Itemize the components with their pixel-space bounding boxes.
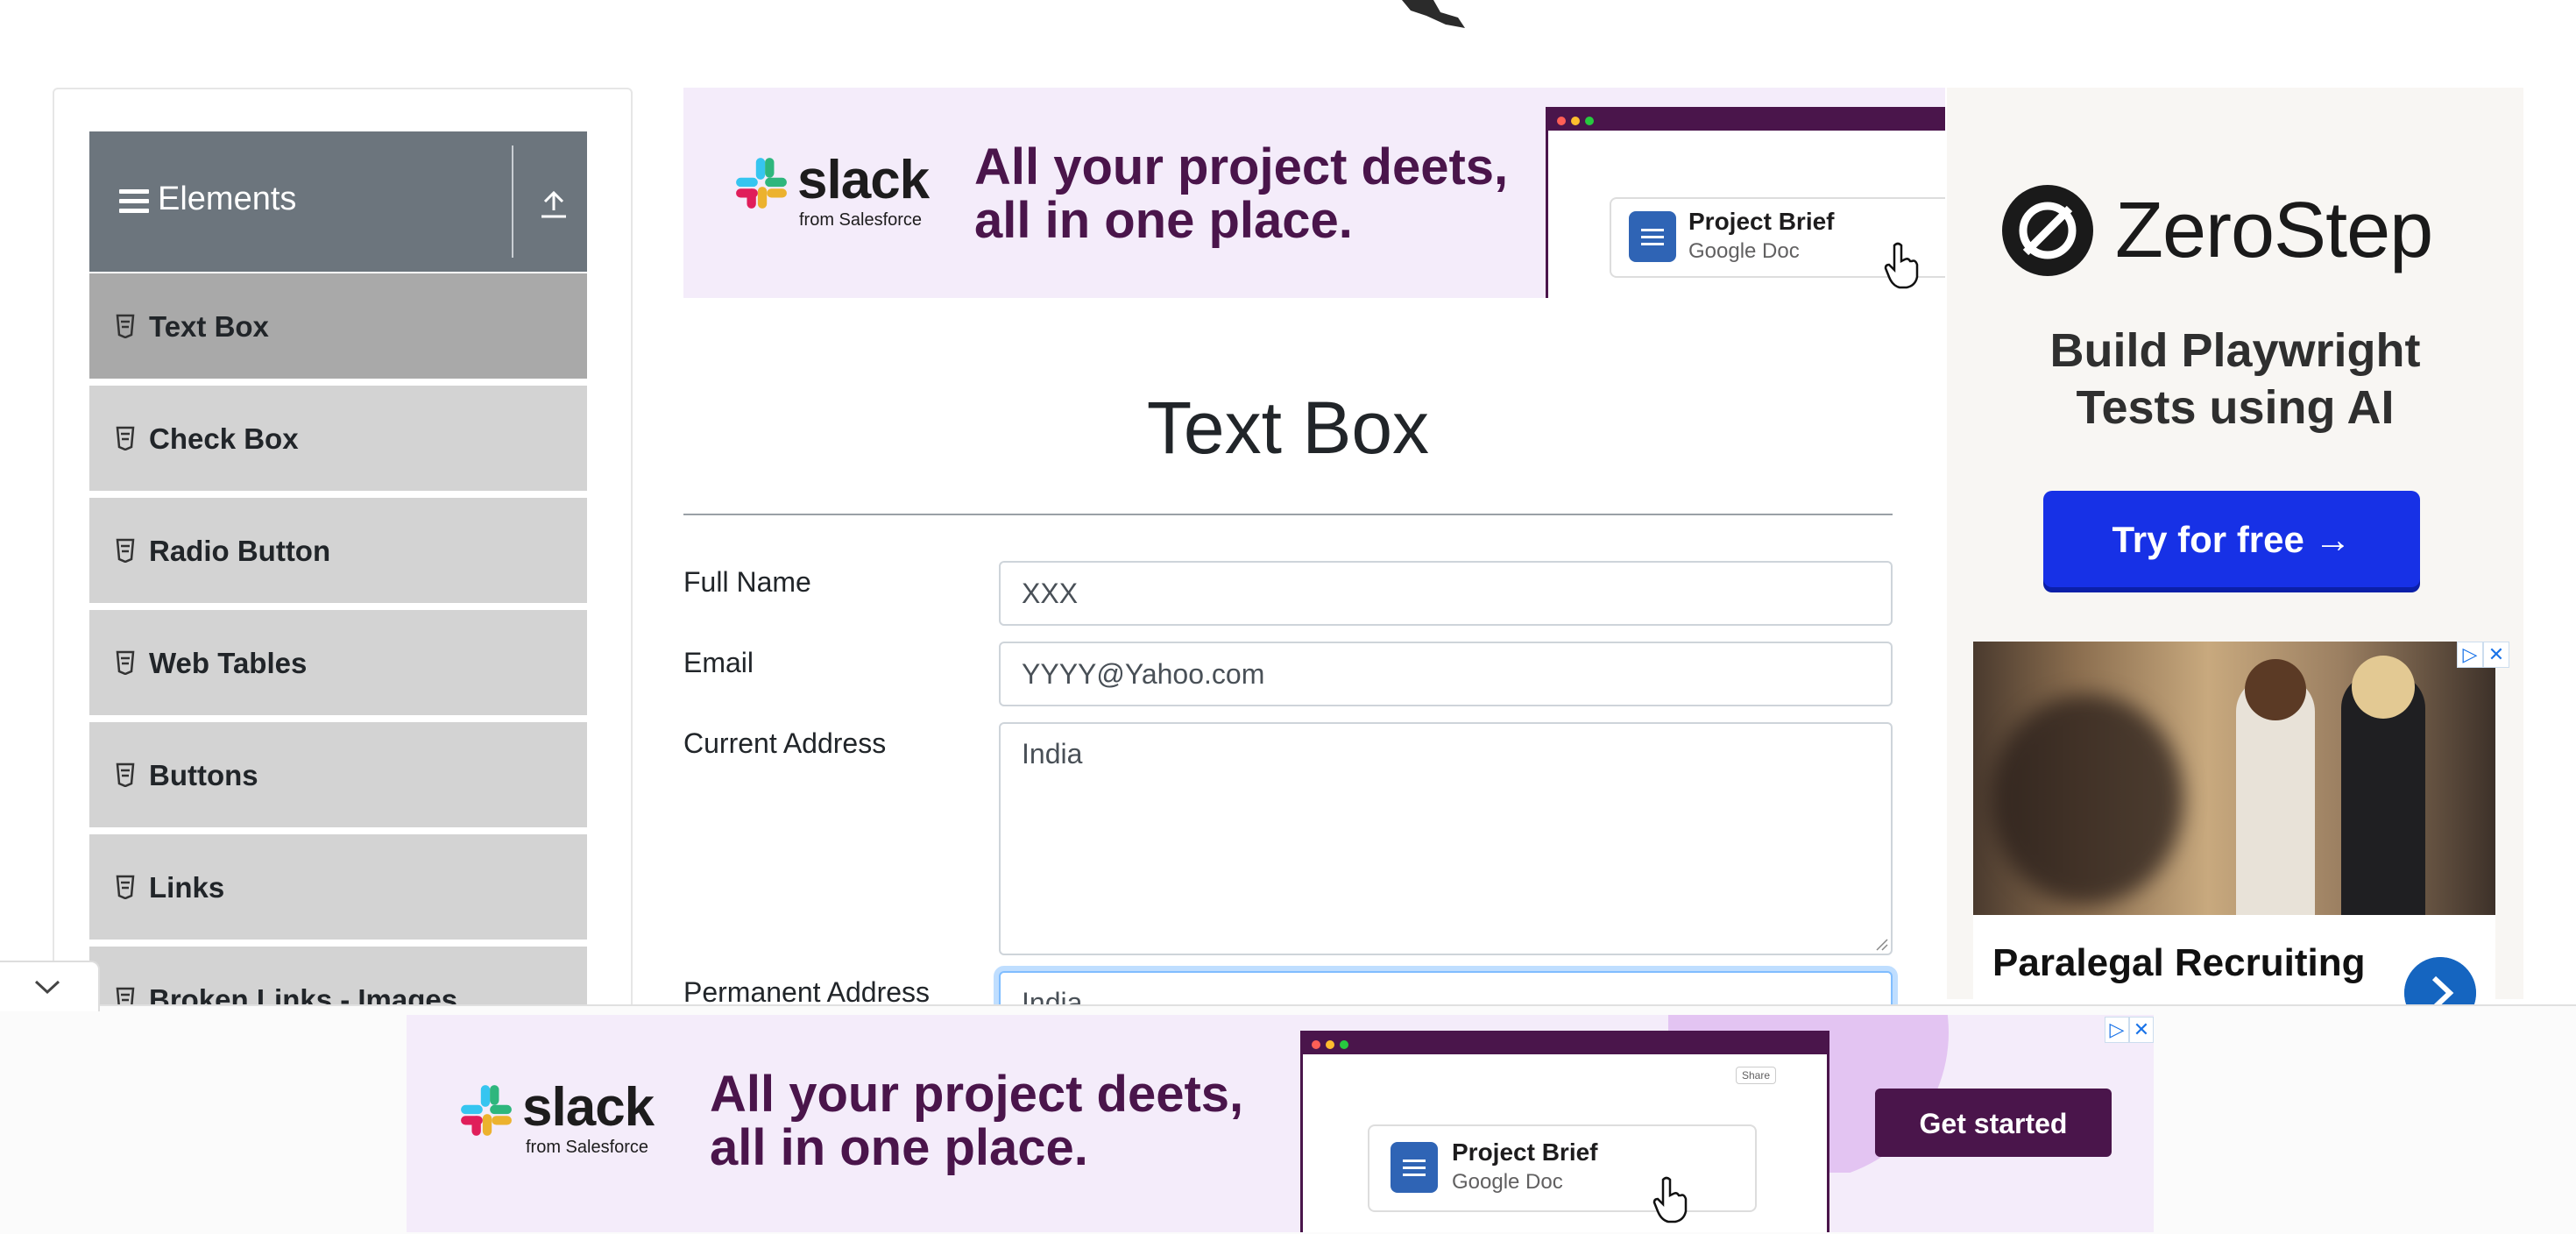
slack-logo-icon [461,1085,512,1136]
ad-collapse-toggle[interactable] [0,961,100,1011]
resize-grip-icon[interactable] [1875,938,1889,952]
headline-line-2: all in one place. [710,1119,1088,1177]
slack-sub-brand: from Salesforce [526,1138,649,1157]
page-title: Text Box [1146,387,1430,469]
ad-headline: All your project deets, all in one place… [974,140,1508,248]
tagline-line-1: Build Playwright [2049,324,2421,377]
slack-sub-brand: from Salesforce [799,210,923,230]
sidebar-item-label: Web Tables [149,647,308,679]
paralegal-ad-title: Paralegal Recruiting [1992,941,2366,984]
adchoices-icon[interactable]: ▷ [2105,1017,2129,1043]
title-divider [683,514,1893,515]
html-doc-icon [116,875,135,899]
full-name-input[interactable] [999,561,1893,626]
html-doc-icon [116,426,135,450]
headline-line-2: all in one place. [974,192,1353,250]
sidebar-item-radio-button[interactable]: Radio Button [89,498,587,606]
slack-logo-icon [736,158,787,209]
sidebar-item-text-box[interactable]: Text Box [89,273,587,382]
current-address-label: Current Address [683,727,887,759]
zerostep-brand: ZeroStep [2115,187,2433,274]
full-name-label: Full Name [683,566,811,598]
google-doc-icon [1391,1142,1438,1193]
tagline-line-2: Tests using AI [2076,380,2395,434]
mock-app-window: Share Project Brief Google Doc [1300,1031,1829,1232]
ad-close-icon[interactable]: ✕ [2483,642,2509,668]
sidebar-item-label: Links [149,871,225,904]
sidebar-item-web-tables[interactable]: Web Tables [89,610,587,719]
sidebar-item-label: Check Box [149,422,299,455]
elements-group-header[interactable]: Elements [89,131,587,272]
google-doc-icon [1629,211,1676,262]
collapse-up-icon[interactable] [538,186,570,221]
html-doc-icon [116,762,135,787]
paralegal-photo-ad[interactable] [1973,642,2495,915]
sidebar-item-links[interactable]: Links [89,834,587,943]
get-started-button[interactable]: Get started [1875,1089,2112,1157]
ad-headline: All your project deets, all in one place… [710,1067,1243,1175]
sidebar-item-check-box[interactable]: Check Box [89,386,587,494]
card-title: Project Brief [1452,1138,1598,1166]
ad-close-icon[interactable]: ✕ [2129,1017,2154,1043]
sidebar-item-label: Buttons [149,759,258,791]
adchoices-icon[interactable]: ▷ [2457,642,2483,668]
headline-line-1: All your project deets, [974,138,1509,195]
header-divider [512,145,513,258]
group-title: Elements [158,181,297,217]
slack-wordmark: slack [522,1077,655,1138]
html-doc-icon [116,650,135,675]
sidebar-item-buttons[interactable]: Buttons [89,722,587,831]
site-logo-fragment [1402,0,1465,28]
hand-cursor-icon [1652,1176,1688,1223]
html-doc-icon [116,538,135,563]
try-for-free-button[interactable]: Try for free → [2043,491,2420,587]
share-chip: Share [1736,1067,1777,1084]
paralegal-ad-strip[interactable]: Paralegal Recruiting [1973,915,2495,1029]
sidebar-item-label: Radio Button [149,535,331,567]
zerostep-logo-icon [2002,185,2093,276]
current-address-textarea[interactable]: India [999,722,1893,955]
zerostep-tagline: Build Playwright Tests using AI [1947,323,2523,436]
slack-wordmark: slack [797,150,930,210]
photo-head-2 [2352,656,2415,719]
chevron-down-icon [34,980,60,995]
slack-bottom-ad[interactable]: slack from Salesforce All your project d… [407,1015,2154,1232]
hand-cursor-icon [1884,242,1919,289]
email-label: Email [683,647,754,678]
card-subtitle: Google Doc [1452,1170,1563,1194]
project-brief-card: Project Brief Google Doc [1368,1124,1757,1212]
photo-head-1 [2245,659,2306,720]
card-title: Project Brief [1688,208,1835,235]
card-subtitle: Google Doc [1688,239,1800,263]
headline-line-1: All your project deets, [710,1066,1244,1123]
hamburger-icon [119,189,149,214]
email-input[interactable] [999,642,1893,706]
sidebar-item-label: Text Box [149,310,269,343]
photo-blur-figure [1991,694,2183,904]
html-doc-icon [116,314,135,338]
slack-banner-ad[interactable]: slack from Salesforce All your project d… [683,88,1945,298]
